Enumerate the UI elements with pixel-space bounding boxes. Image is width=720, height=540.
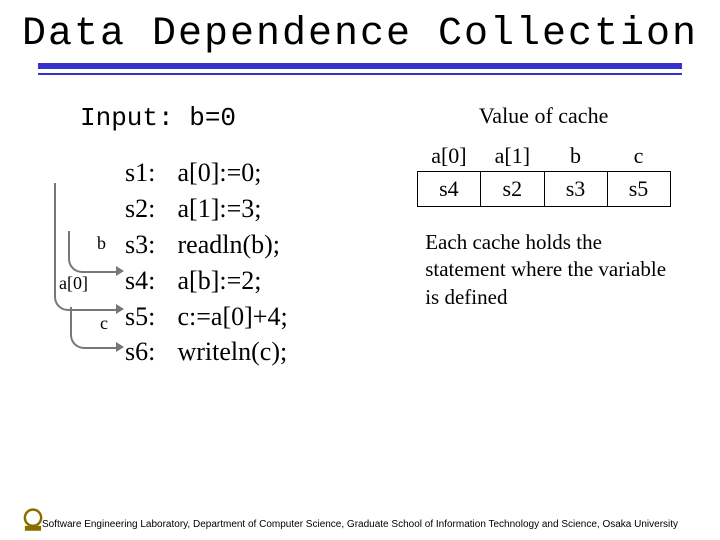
- cache-col: c: [607, 141, 670, 172]
- input-line: Input: b=0: [80, 103, 397, 133]
- cache-cell: s5: [607, 172, 670, 207]
- stmt-label: s6:: [125, 334, 171, 370]
- title-rule-thick: [38, 63, 682, 69]
- cache-col: a[1]: [481, 141, 544, 172]
- cache-cell: s3: [544, 172, 607, 207]
- cache-cell: s4: [417, 172, 480, 207]
- cache-table: a[0] a[1] b c s4 s2 s3 s5: [417, 141, 671, 207]
- right-column: Value of cache a[0] a[1] b c s4 s2 s3 s5…: [397, 103, 690, 311]
- slide-body: Input: b=0 b a[0] c s1: a[0]:=0; s2: a[1…: [0, 75, 720, 370]
- cache-col: b: [544, 141, 607, 172]
- left-column: Input: b=0 b a[0] c s1: a[0]:=0; s2: a[1…: [30, 103, 397, 370]
- cache-value-row: s4 s2 s3 s5: [417, 172, 670, 207]
- stmt-row: s2: a[1]:=3;: [125, 191, 397, 227]
- stmt-code: a[1]:=3;: [178, 194, 262, 223]
- stmt-label: s4:: [125, 263, 171, 299]
- stmt-code: writeln(c);: [178, 337, 288, 366]
- slide-title: Data Dependence Collection: [0, 0, 720, 63]
- stmt-code: readln(b);: [178, 230, 281, 259]
- edge-label-c: c: [68, 313, 108, 334]
- edge-label-b: b: [66, 233, 106, 254]
- cache-cell: s2: [481, 172, 544, 207]
- cache-explanation: Each cache holds the statement where the…: [397, 229, 690, 311]
- stmt-row: s3: readln(b);: [125, 227, 397, 263]
- stmt-code: c:=a[0]+4;: [178, 302, 288, 331]
- stmt-label: s1:: [125, 155, 171, 191]
- stmt-label: s3:: [125, 227, 171, 263]
- edge-label-a0: a[0]: [48, 273, 88, 294]
- statement-list: s1: a[0]:=0; s2: a[1]:=3; s3: readln(b);…: [125, 155, 397, 370]
- stmt-row: s1: a[0]:=0;: [125, 155, 397, 191]
- stmt-label: s5:: [125, 299, 171, 335]
- cache-col: a[0]: [417, 141, 480, 172]
- stmt-code: a[b]:=2;: [178, 266, 262, 295]
- stmt-label: s2:: [125, 191, 171, 227]
- stmt-row: s5: c:=a[0]+4;: [125, 299, 397, 335]
- cache-header-row: a[0] a[1] b c: [417, 141, 670, 172]
- cache-heading: Value of cache: [397, 103, 690, 129]
- stmt-row: s4: a[b]:=2;: [125, 263, 397, 299]
- footer-text: Software Engineering Laboratory, Departm…: [0, 519, 720, 530]
- stmt-row: s6: writeln(c);: [125, 334, 397, 370]
- stmt-code: a[0]:=0;: [178, 158, 262, 187]
